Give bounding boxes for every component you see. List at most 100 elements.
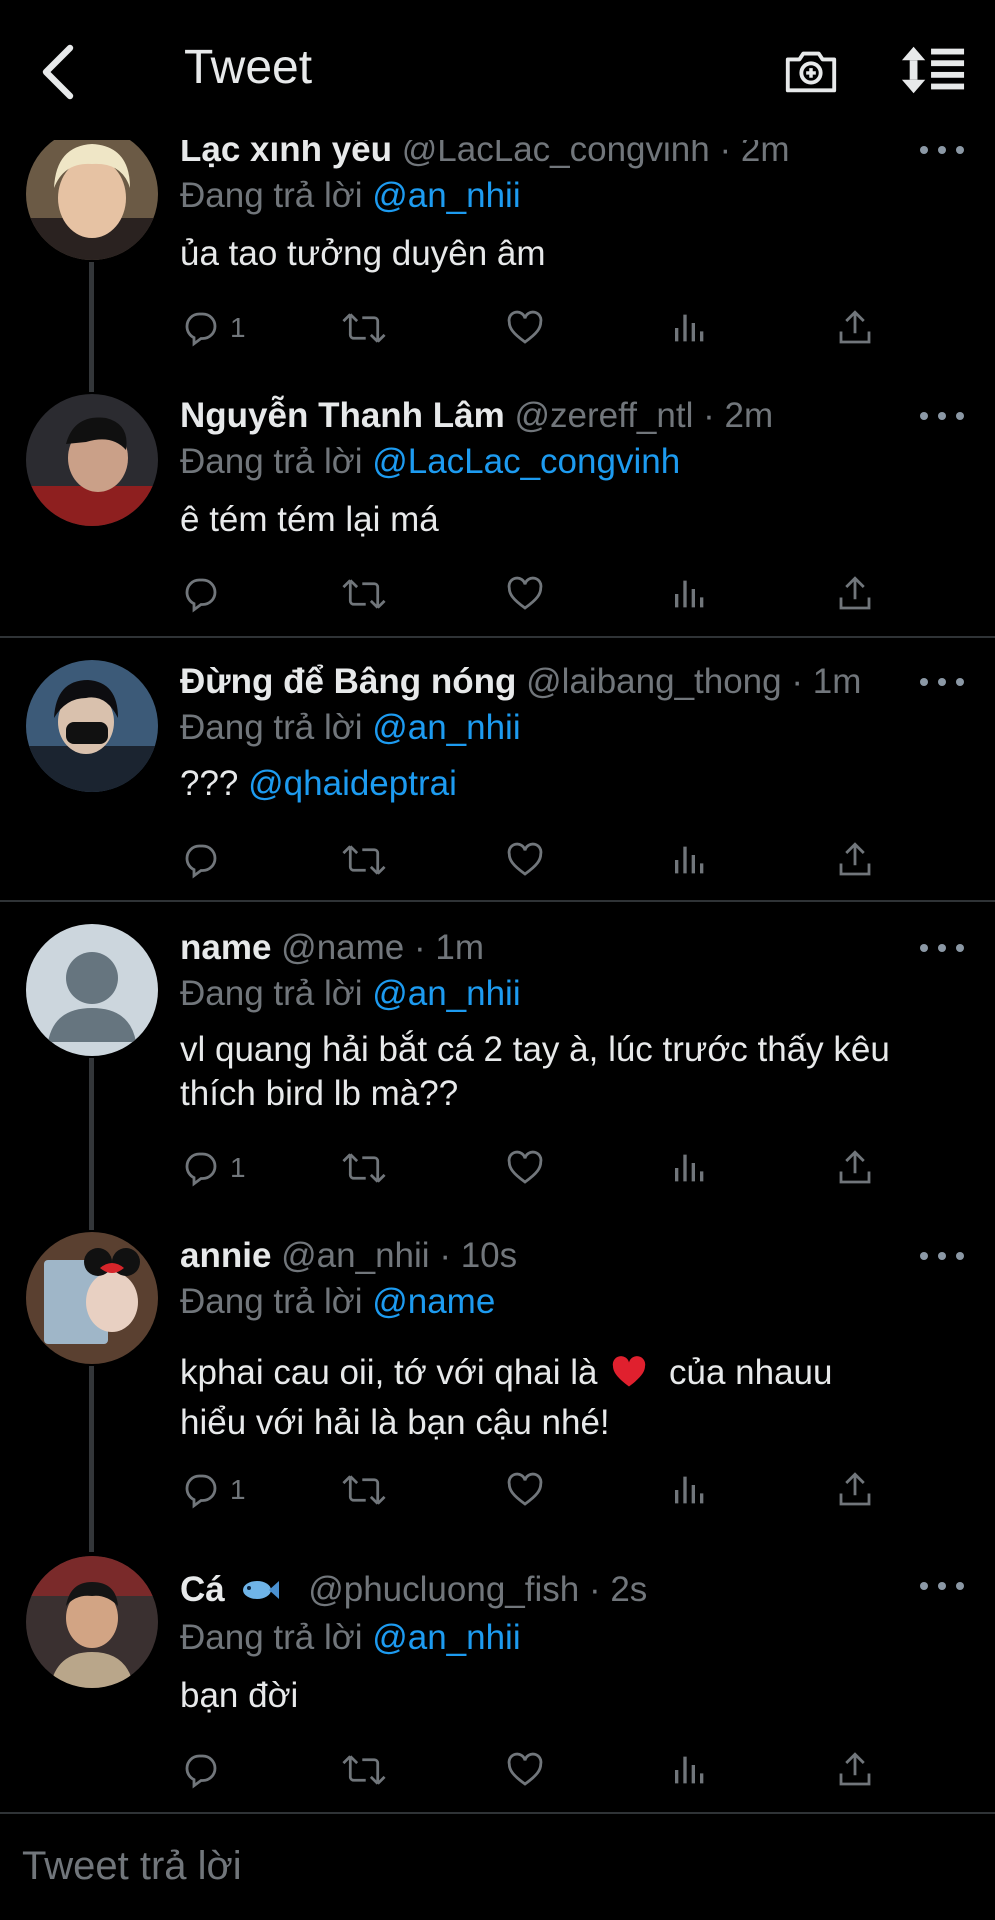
back-arrow-icon: [42, 44, 74, 100]
reply-button[interactable]: 1: [180, 304, 246, 352]
back-button[interactable]: [30, 40, 86, 104]
share-button[interactable]: [834, 1466, 876, 1514]
reply-count: 1: [230, 312, 246, 343]
views-button[interactable]: [670, 1144, 710, 1192]
reply-icon: [185, 312, 217, 347]
sort-icon: [901, 46, 965, 94]
retweet-icon: [342, 1755, 386, 1785]
like-button[interactable]: [504, 1746, 546, 1794]
share-button[interactable]: [834, 1144, 876, 1192]
heart-emoji-icon: [613, 1356, 646, 1387]
display-name[interactable]: Cá: [180, 1570, 225, 1609]
display-name[interactable]: Đừng để Bâng nóng: [180, 662, 516, 701]
more-icon[interactable]: [920, 672, 964, 692]
share-icon: [839, 1752, 871, 1786]
retweet-button[interactable]: [340, 1466, 388, 1514]
reply-mention[interactable]: @an_nhii: [372, 708, 520, 747]
retweet-button[interactable]: [340, 836, 388, 884]
replying-to: Đang trả lời @name: [180, 1282, 495, 1322]
separator: ·: [703, 396, 715, 435]
more-icon[interactable]: [920, 140, 964, 160]
reply-icon: [185, 844, 217, 879]
views-icon: [675, 1756, 704, 1784]
share-icon: [839, 310, 871, 344]
like-icon: [507, 1472, 543, 1506]
views-button[interactable]: [670, 304, 710, 352]
handle[interactable]: @phucluong_fish: [308, 1570, 579, 1609]
like-button[interactable]: [504, 304, 546, 352]
reply-mention[interactable]: @an_nhii: [372, 176, 520, 215]
reply-button[interactable]: 1: [180, 1466, 246, 1514]
like-button[interactable]: [504, 1144, 546, 1192]
reply-mention[interactable]: @an_nhii: [372, 1618, 520, 1657]
reply-button[interactable]: [180, 836, 230, 884]
display-name[interactable]: annie: [180, 1236, 271, 1275]
avatar[interactable]: [26, 394, 158, 526]
more-icon[interactable]: [920, 1576, 964, 1596]
retweet-button[interactable]: [340, 304, 388, 352]
reply-icon: [185, 1474, 217, 1509]
tweet-header: name @name · 1m: [180, 928, 484, 968]
retweet-icon: [342, 1475, 386, 1505]
avatar[interactable]: [26, 924, 158, 1056]
share-button[interactable]: [834, 570, 876, 618]
like-button[interactable]: [504, 836, 546, 884]
views-button[interactable]: [670, 1746, 710, 1794]
page-title: Tweet: [184, 41, 313, 94]
reply-button[interactable]: 1: [180, 1144, 246, 1192]
share-button[interactable]: [834, 1746, 876, 1794]
reply-mention[interactable]: @name: [372, 1282, 495, 1321]
reply-button[interactable]: [180, 1746, 230, 1794]
tweet-text-body: ???: [180, 764, 239, 803]
handle[interactable]: @name: [281, 928, 404, 967]
text-mention[interactable]: @qhaideptrai: [248, 764, 457, 803]
display-name[interactable]: Nguyễn Thanh Lâm: [180, 396, 505, 435]
views-button[interactable]: [670, 1466, 710, 1514]
reply-button[interactable]: [180, 570, 230, 618]
handle[interactable]: @laibang_thong: [526, 662, 781, 701]
handle[interactable]: @zereff_ntl: [514, 396, 693, 435]
display-name[interactable]: name: [180, 928, 271, 967]
like-button[interactable]: [504, 1466, 546, 1514]
sort-button[interactable]: [900, 44, 966, 96]
reply-count: 1: [230, 1474, 246, 1505]
share-button[interactable]: [834, 836, 876, 884]
action-bar: [180, 570, 880, 618]
more-icon[interactable]: [920, 938, 964, 958]
timestamp: 1m: [435, 928, 485, 967]
avatar[interactable]: [26, 1232, 158, 1364]
tweet-text: bạn đời: [180, 1676, 299, 1715]
avatar[interactable]: [26, 660, 158, 792]
share-button[interactable]: [834, 304, 876, 352]
camera-plus-icon: [785, 51, 837, 93]
reply-composer[interactable]: Tweet trả lời: [0, 1812, 995, 1920]
timestamp: 2s: [610, 1570, 648, 1609]
views-button[interactable]: [670, 836, 710, 884]
tweet-text-line: hiểu với hải là bạn cậu nhé!: [180, 1403, 610, 1442]
reply-mention[interactable]: @an_nhii: [372, 974, 520, 1013]
views-icon: [675, 1154, 704, 1182]
views-icon: [675, 1476, 704, 1504]
camera-button[interactable]: [782, 42, 840, 100]
like-button[interactable]: [504, 570, 546, 618]
tweet-header: Cá @phucluong_fish · 2s: [180, 1570, 647, 1610]
reply-input[interactable]: Tweet trả lời: [22, 1844, 242, 1889]
more-icon[interactable]: [920, 406, 964, 426]
reply-mention[interactable]: @LacLac_congvinh: [372, 442, 680, 481]
retweet-button[interactable]: [340, 1746, 388, 1794]
replying-to: Đang trả lời @an_nhii: [180, 176, 521, 216]
reply-label: Đang trả lời: [180, 708, 363, 747]
tweet-text-part: kphai cau oii, tớ với qhai là: [180, 1353, 598, 1392]
avatar[interactable]: [26, 1556, 158, 1688]
timestamp: 1m: [812, 662, 862, 701]
views-button[interactable]: [670, 570, 710, 618]
reply-icon: [185, 1754, 217, 1789]
avatar[interactable]: [26, 128, 158, 260]
retweet-icon: [342, 845, 386, 875]
handle[interactable]: @an_nhii: [281, 1236, 429, 1275]
retweet-button[interactable]: [340, 1144, 388, 1192]
divider: [0, 900, 995, 902]
more-icon[interactable]: [920, 1246, 964, 1266]
retweet-button[interactable]: [340, 570, 388, 618]
timestamp: 10s: [460, 1236, 518, 1275]
